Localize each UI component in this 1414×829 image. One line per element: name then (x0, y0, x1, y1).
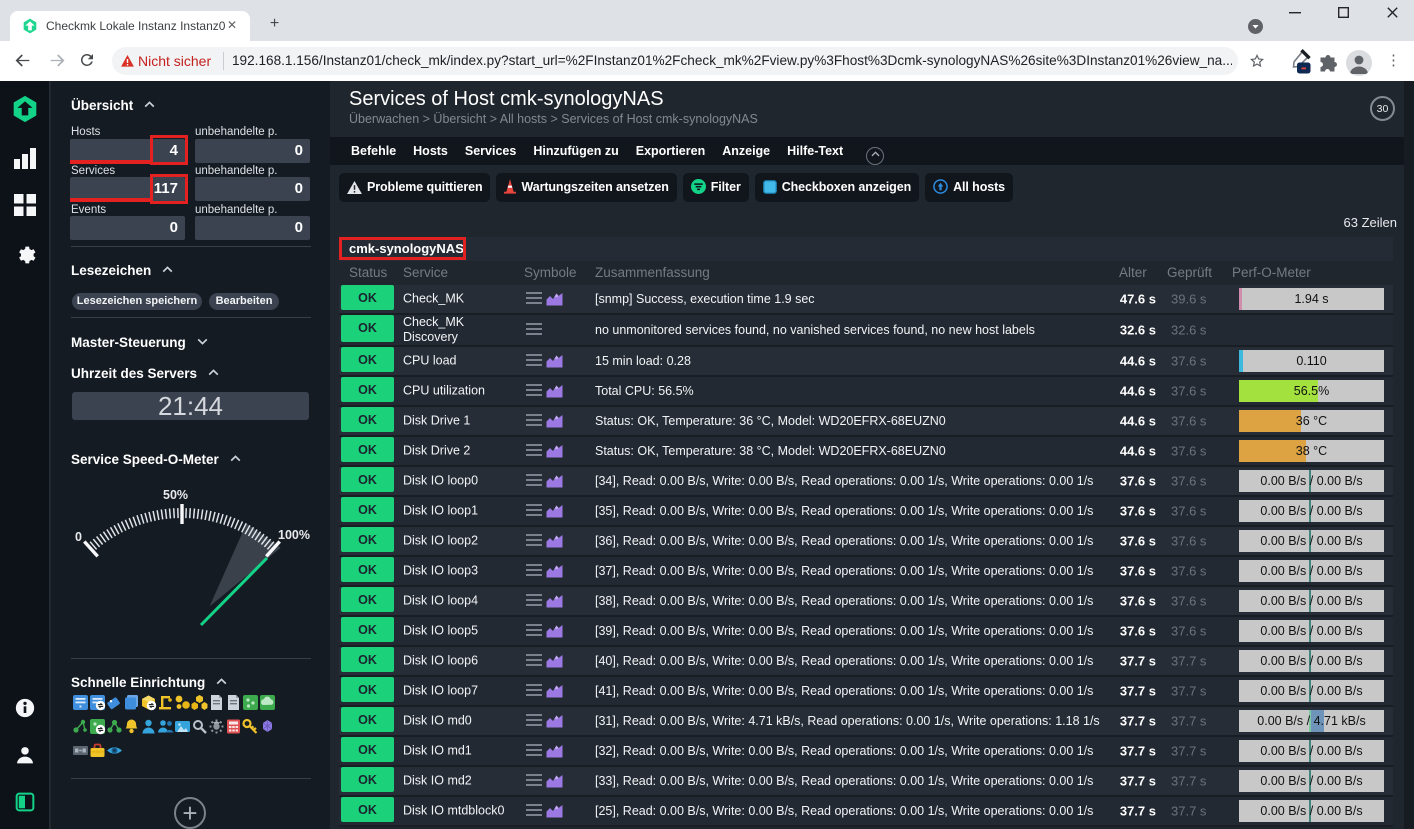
svg-text:100%: 100% (278, 528, 310, 542)
svg-text:0: 0 (75, 530, 82, 544)
svg-text:50%: 50% (163, 488, 188, 502)
